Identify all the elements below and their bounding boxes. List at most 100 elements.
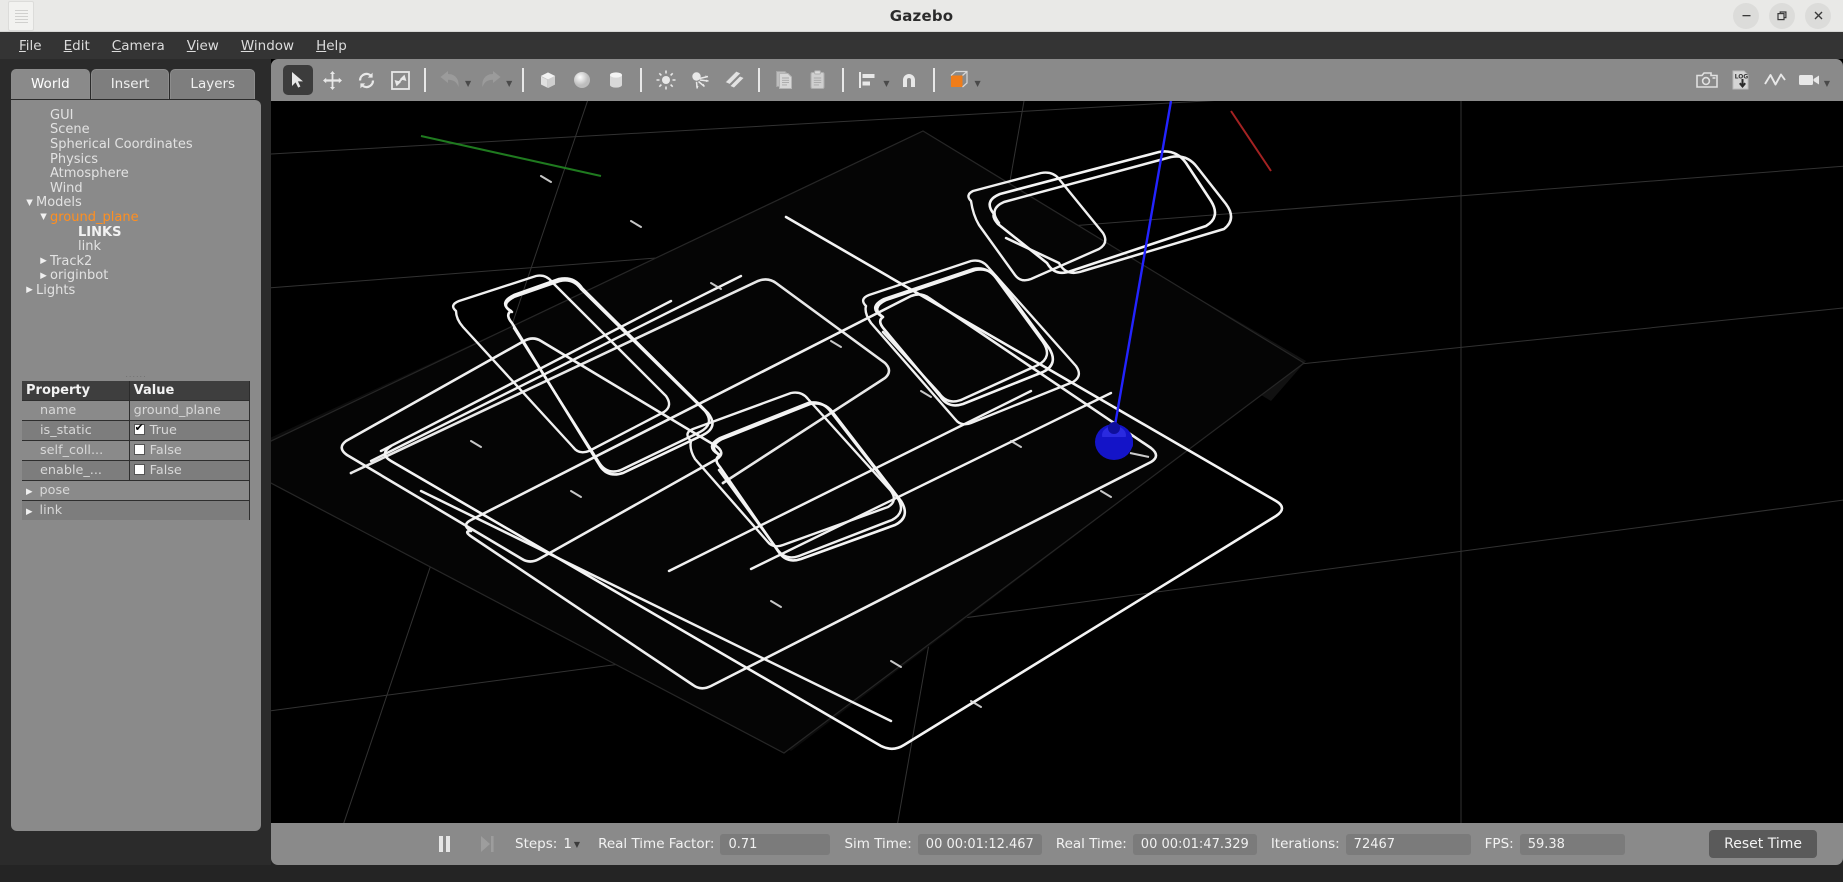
align-dropdown[interactable]: ▼ [883,79,889,88]
steps-label: Steps: [515,836,558,852]
chevron-right-icon[interactable]: ▶ [37,271,50,281]
close-button[interactable] [1805,2,1831,29]
paste-button[interactable] [803,65,833,95]
tree-item-atmosphere[interactable]: ▶Atmosphere [11,166,261,181]
redo-history-dropdown[interactable]: ▼ [506,79,512,88]
property-value[interactable]: False [129,440,251,461]
chevron-right-icon[interactable]: ▶ [23,285,36,295]
steps-value[interactable]: 1 [563,836,572,852]
menu-bar: File Edit Camera View Window Help [0,32,1843,59]
sim-time-label: Sim Time: [844,836,912,852]
view-mode-dropdown[interactable]: ▼ [974,79,980,88]
tree-item-label: LINKS [78,224,122,240]
property-value[interactable]: True [129,420,251,441]
step-forward-button[interactable] [473,830,501,858]
insert-spot-light-button[interactable] [685,65,715,95]
checkbox-icon[interactable] [133,444,145,455]
tree-item-models[interactable]: ▼ Models [11,196,261,211]
snap-button[interactable] [894,65,924,95]
scale-mode-button[interactable] [385,65,415,95]
tree-item-track2[interactable]: ▶ Track2 [11,254,261,269]
property-expand-row[interactable]: ▶ pose [22,480,250,501]
insert-directional-light-button[interactable] [719,65,749,95]
tree-item-wind[interactable]: ▶Wind [11,181,261,196]
menu-edit-label: dit [72,37,90,54]
column-property: Property [22,381,130,401]
table-row[interactable]: name ground_plane [22,400,251,421]
chevron-down-icon[interactable]: ▼ [23,198,36,208]
tree-item-originbot[interactable]: ▶ originbot [11,269,261,284]
property-value[interactable]: False [129,460,251,481]
menu-window-label: indow [253,37,295,54]
minimize-button[interactable] [1733,2,1759,29]
reset-time-button[interactable]: Reset Time [1709,830,1817,858]
gazebo-3d-viewport[interactable] [271,101,1843,823]
checkbox-icon[interactable] [133,422,145,435]
real-time-factor-label: Real Time Factor: [598,836,715,852]
tree-item-gui[interactable]: ▶GUI [11,108,261,123]
menu-help-label: elp [326,37,347,54]
tree-item-lights[interactable]: ▶ Lights [11,283,261,298]
menu-camera[interactable]: Camera [101,35,176,57]
tree-item-ground-plane[interactable]: ▼ ground_plane [11,210,261,225]
table-row[interactable]: ▶ pose [22,480,250,501]
menu-help[interactable]: Help [305,35,358,57]
video-record-button[interactable] [1794,65,1824,95]
tree-item-physics[interactable]: ▶Physics [11,152,261,167]
undo-history-dropdown[interactable]: ▼ [465,79,471,88]
panel-splitter[interactable]: ...... [11,370,261,379]
property-key: name [22,400,130,421]
view-mode-button[interactable] [944,65,974,95]
table-row[interactable]: enable_... False [22,460,251,481]
plot-button[interactable] [1760,65,1790,95]
iterations-label: Iterations: [1270,836,1340,852]
tab-layers[interactable]: Layers [170,69,256,99]
tab-world[interactable]: World [11,69,90,99]
table-row[interactable]: ▶ link [22,500,250,520]
menu-file[interactable]: File [8,35,53,57]
tree-item-spherical-coordinates[interactable]: ▶Spherical Coordinates [11,137,261,152]
tree-item-link[interactable]: ▶link [11,239,261,254]
property-value[interactable]: ground_plane [129,400,251,421]
tree-item-scene[interactable]: ▶Scene [11,123,261,138]
rotate-mode-button[interactable] [351,65,381,95]
left-panel-tabs: World Insert Layers [11,69,256,99]
insert-point-light-button[interactable] [651,65,681,95]
property-value-text: False [149,443,182,458]
insert-cylinder-button[interactable] [601,65,631,95]
select-mode-button[interactable] [283,65,313,95]
insert-sphere-button[interactable] [567,65,597,95]
tree-item-label: Models [36,195,82,211]
tree-item-label: Wind [50,180,83,196]
toolbar-separator [758,68,761,92]
table-row[interactable]: is_static True [22,420,251,441]
align-button[interactable] [853,65,883,95]
world-tree: ▶GUI▶Scene▶Spherical Coordinates▶Physics… [11,108,261,370]
screenshot-button[interactable] [1692,65,1722,95]
checkbox-icon[interactable] [133,464,145,475]
chevron-down-icon[interactable]: ▼ [37,212,50,222]
iterations-value: 72467 [1345,833,1471,855]
log-record-button[interactable]: LOG [1726,65,1756,95]
property-key: enable_... [22,460,130,481]
tree-item-links[interactable]: ▶LINKS [11,225,261,240]
copy-button[interactable] [769,65,799,95]
undo-button[interactable] [435,65,465,95]
tab-insert[interactable]: Insert [90,69,170,99]
property-expand-row[interactable]: ▶ link [22,500,250,520]
tree-item-label: Lights [36,282,76,298]
redo-button[interactable] [476,65,506,95]
maximize-button[interactable] [1769,2,1795,29]
pause-button[interactable] [431,830,459,858]
menu-window[interactable]: Window [230,35,305,57]
steps-dropdown[interactable]: ▼ [574,840,580,849]
chevron-right-icon[interactable]: ▶ [26,487,33,497]
table-row[interactable]: self_coll... False [22,440,251,461]
translate-mode-button[interactable] [317,65,347,95]
chevron-right-icon[interactable]: ▶ [37,256,50,266]
insert-box-button[interactable] [533,65,563,95]
chevron-right-icon[interactable]: ▶ [26,507,33,517]
menu-edit[interactable]: Edit [53,35,101,57]
menu-view[interactable]: View [176,35,230,57]
video-record-dropdown[interactable]: ▼ [1824,79,1830,88]
